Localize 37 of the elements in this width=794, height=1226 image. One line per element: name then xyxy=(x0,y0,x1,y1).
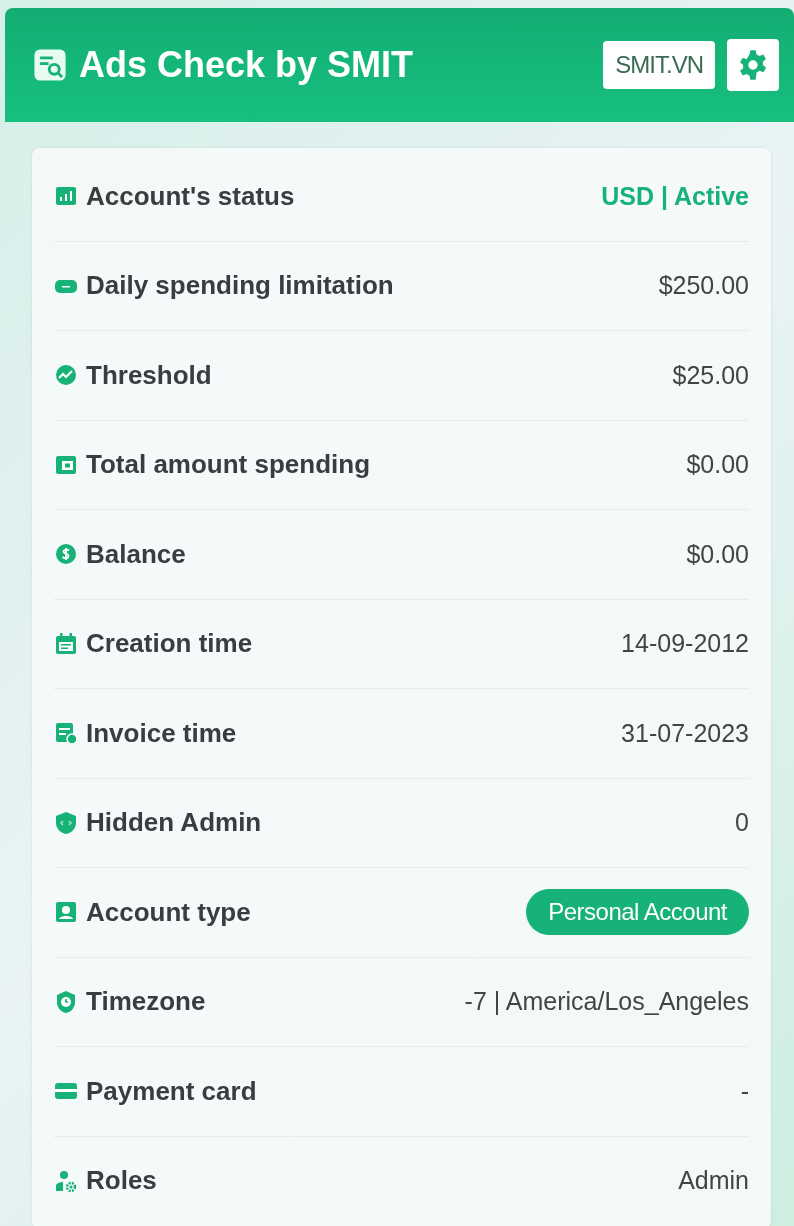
field-label: Payment card xyxy=(86,1075,258,1107)
website-link[interactable]: SMIT.VN xyxy=(603,41,715,89)
field-label: Daily spending limitation xyxy=(86,270,395,302)
field-label: Account's status xyxy=(86,180,296,212)
shield-icon xyxy=(54,810,78,835)
user-gear-icon xyxy=(54,1168,78,1193)
field-label: Invoice time xyxy=(86,717,238,749)
field-value: 31-07-2023 xyxy=(621,718,749,748)
field-value: - xyxy=(740,1076,749,1106)
field-value: $25.00 xyxy=(672,360,749,390)
user-icon xyxy=(54,900,78,925)
field-label: Balance xyxy=(86,538,187,570)
settings-button[interactable] xyxy=(727,39,779,91)
status-value: USD | Active xyxy=(601,181,749,211)
field-value: 0 xyxy=(735,808,749,838)
dollar-icon xyxy=(54,542,78,567)
field-label: Total amount spending xyxy=(86,449,372,481)
account-type-badge: Personal Account xyxy=(526,889,749,936)
settings-icon xyxy=(737,49,769,81)
field-value: -7 | America/Los_Angeles xyxy=(464,987,749,1017)
field-label: Threshold xyxy=(86,359,213,391)
field-label: Creation time xyxy=(86,628,254,660)
field-label: Roles xyxy=(86,1165,158,1197)
field-value: $250.00 xyxy=(658,271,749,301)
app-title: Ads Check by SMIT xyxy=(79,44,415,86)
calendar-icon xyxy=(54,631,78,656)
field-value: 14-09-2012 xyxy=(621,629,749,659)
clock-shield-icon xyxy=(54,989,78,1014)
trend-icon xyxy=(54,363,78,388)
invoice-icon xyxy=(54,721,78,746)
field-label: Timezone xyxy=(86,986,207,1018)
field-value: Admin xyxy=(678,1166,749,1196)
field-value: $0.00 xyxy=(686,450,749,480)
report-search-icon xyxy=(33,48,67,82)
field-label: Hidden Admin xyxy=(86,807,263,839)
field-label: Account type xyxy=(86,896,252,928)
field-value: $0.00 xyxy=(686,539,749,569)
